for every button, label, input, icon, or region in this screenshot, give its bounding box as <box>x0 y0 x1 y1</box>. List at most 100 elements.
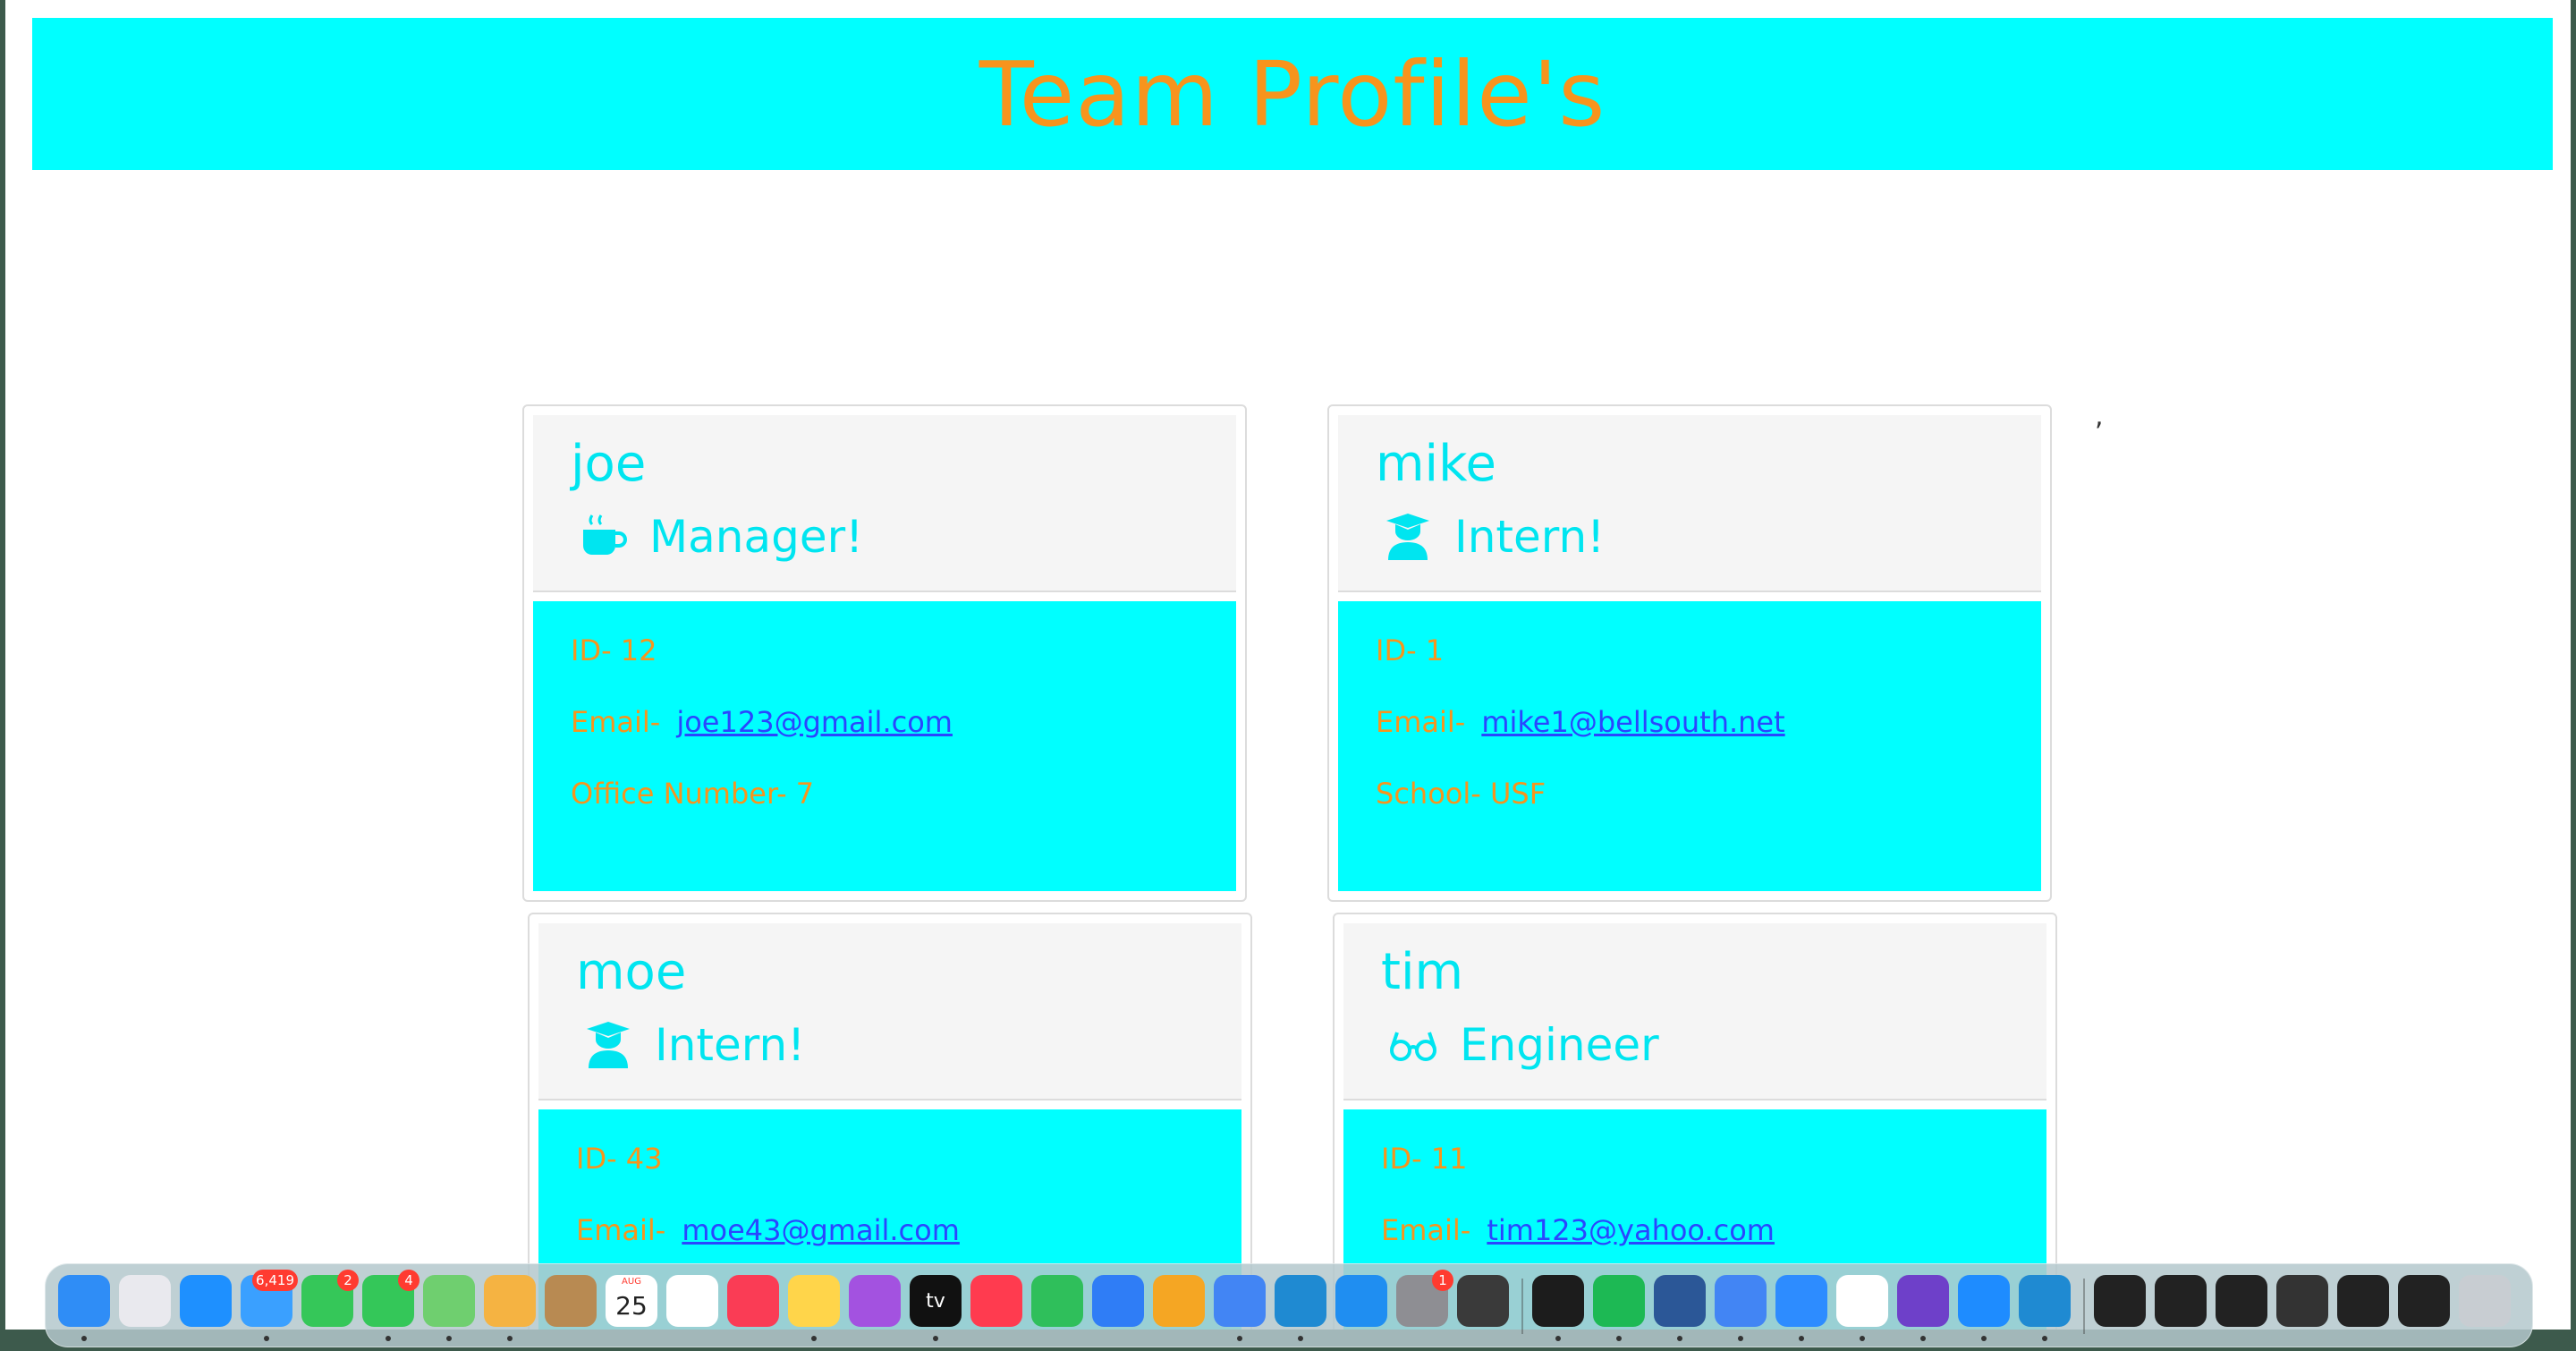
running-indicator <box>1860 1336 1865 1341</box>
window-thumb-4-icon[interactable] <box>2276 1275 2328 1327</box>
numbers-icon[interactable] <box>1031 1275 1083 1327</box>
email-row: Email-mike1@bellsouth.net <box>1376 705 1785 739</box>
id-label: ID- <box>1381 1142 1422 1176</box>
running-indicator <box>1555 1336 1561 1341</box>
mail-icon[interactable]: 6,419 <box>241 1270 298 1327</box>
running-indicator <box>1920 1336 1926 1341</box>
id-value: 12 <box>620 633 657 667</box>
id-row: ID- 43 <box>576 1142 663 1176</box>
email-link[interactable]: moe43@gmail.com <box>682 1213 960 1247</box>
imovie-icon[interactable] <box>1457 1275 1509 1327</box>
notification-badge: 4 <box>398 1270 419 1291</box>
email-row: Email-moe43@gmail.com <box>576 1213 960 1247</box>
keynote-icon[interactable] <box>1092 1275 1144 1327</box>
terminal-icon[interactable] <box>1532 1275 1584 1327</box>
id-row: ID- 1 <box>1376 633 1444 667</box>
bluetooth-icon[interactable] <box>1958 1275 2010 1327</box>
id-label: ID- <box>571 633 612 667</box>
id-row: ID- 11 <box>1381 1142 1468 1176</box>
graduate-icon <box>1386 514 1429 560</box>
trash-icon[interactable] <box>2459 1275 2511 1327</box>
id-label: ID- <box>576 1142 617 1176</box>
github-desktop-icon[interactable] <box>1897 1275 1949 1327</box>
window-thumb-6-icon[interactable] <box>2398 1275 2450 1327</box>
vscode-icon-2[interactable] <box>2019 1275 2071 1327</box>
email-link[interactable]: tim123@yahoo.com <box>1487 1213 1775 1247</box>
glasses-icon <box>1390 1032 1436 1061</box>
card-header: moe Intern! <box>538 923 1241 1100</box>
running-indicator <box>933 1336 938 1341</box>
notes-icon[interactable] <box>788 1275 840 1327</box>
page-title: Team Profile's <box>979 41 1606 147</box>
page-header: Team Profile's <box>32 18 2553 170</box>
chrome-icon-2[interactable] <box>1715 1275 1767 1327</box>
window-thumb-5-icon[interactable] <box>2337 1275 2389 1327</box>
running-indicator <box>81 1336 87 1341</box>
employee-role: Manager! <box>578 510 863 564</box>
word-icon[interactable] <box>1654 1275 1706 1327</box>
email-row: Email-tim123@yahoo.com <box>1381 1213 1775 1247</box>
notification-badge: 2 <box>337 1270 359 1291</box>
card-header: joe Manager! <box>533 415 1236 592</box>
running-indicator <box>1738 1336 1743 1341</box>
card-body: ID- 1 Email-mike1@bellsouth.net School- … <box>1338 601 2041 891</box>
podcasts-icon[interactable] <box>849 1275 901 1327</box>
graduate-icon <box>587 1022 630 1068</box>
email-link[interactable]: mike1@bellsouth.net <box>1481 705 1784 739</box>
running-indicator <box>1616 1336 1622 1341</box>
running-indicator <box>1298 1336 1303 1341</box>
zoom-icon[interactable] <box>1775 1275 1827 1327</box>
running-indicator <box>386 1336 391 1341</box>
macos-dock: 6,419 2 4 AUG 25 tv 1 <box>45 1263 2533 1347</box>
contacts-icon[interactable] <box>545 1275 597 1327</box>
calendar-icon[interactable]: AUG 25 <box>606 1275 657 1327</box>
employee-name: tim <box>1381 943 1464 1001</box>
school-label: School- <box>1376 777 1481 811</box>
employee-card-joe: joe Manager! ID- 12 Email-joe123@gmail.c… <box>522 404 1247 902</box>
email-link[interactable]: joe123@gmail.com <box>676 705 953 739</box>
employee-name: joe <box>571 435 647 493</box>
tv-icon[interactable]: tv <box>910 1275 962 1327</box>
finder-icon[interactable] <box>58 1275 110 1327</box>
card-header: mike Intern! <box>1338 415 2041 592</box>
id-value: 43 <box>625 1142 663 1176</box>
safari-icon[interactable] <box>180 1275 232 1327</box>
messages-icon[interactable]: 4 <box>362 1270 419 1327</box>
window-thumb-1-icon[interactable] <box>2094 1275 2146 1327</box>
photos-icon[interactable] <box>484 1275 536 1327</box>
notification-badge: 6,419 <box>252 1270 298 1291</box>
maps-icon[interactable] <box>423 1275 475 1327</box>
office-number-value: 7 <box>795 777 815 811</box>
school-value: USF <box>1489 777 1546 811</box>
slack-icon[interactable] <box>1836 1275 1888 1327</box>
running-indicator <box>1677 1336 1682 1341</box>
running-indicator <box>446 1336 452 1341</box>
coffee-mug-icon <box>583 514 627 555</box>
role-label: Intern! <box>1454 511 1606 563</box>
running-indicator <box>1981 1336 1987 1341</box>
news-icon[interactable] <box>970 1275 1022 1327</box>
launchpad-icon[interactable] <box>119 1275 171 1327</box>
music-icon[interactable] <box>727 1275 779 1327</box>
window-thumb-2-icon[interactable] <box>2155 1275 2207 1327</box>
email-label: Email- <box>1381 1213 1471 1247</box>
app-store-icon[interactable] <box>1335 1275 1387 1327</box>
chrome-icon[interactable] <box>1214 1275 1266 1327</box>
running-indicator <box>264 1336 269 1341</box>
window-thumb-3-icon[interactable] <box>2216 1275 2267 1327</box>
notification-badge: 1 <box>1432 1270 1453 1291</box>
facetime-icon[interactable]: 2 <box>301 1270 359 1327</box>
school-row: School- USF <box>1376 777 1546 811</box>
vscode-icon[interactable] <box>1275 1275 1326 1327</box>
stray-comma: , <box>2095 401 2104 432</box>
employee-role: Intern! <box>583 1018 805 1072</box>
dock-icon-sublabel: AUG <box>622 1277 641 1287</box>
system-preferences-icon[interactable]: 1 <box>1396 1270 1453 1327</box>
spotify-icon[interactable] <box>1593 1275 1645 1327</box>
employee-role: Intern! <box>1383 510 1605 564</box>
id-row: ID- 12 <box>571 633 657 667</box>
employee-card-mike: mike Intern! ID- 1 Email-mike1@bellsouth… <box>1327 404 2052 902</box>
reminders-icon[interactable] <box>666 1275 718 1327</box>
id-value: 11 <box>1430 1142 1468 1176</box>
pages-icon[interactable] <box>1153 1275 1205 1327</box>
